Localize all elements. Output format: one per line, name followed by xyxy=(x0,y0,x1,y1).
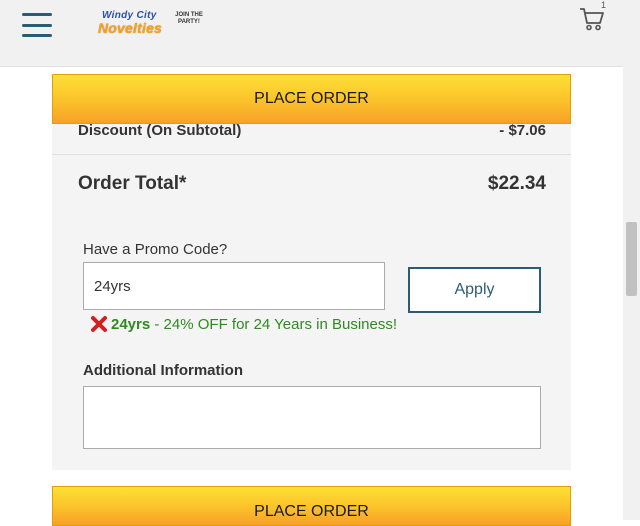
applied-promo-code: 24yrs xyxy=(111,315,151,333)
site-header: Windy City Novelties JOIN THE PARTY! 1 xyxy=(0,0,640,67)
promo-code-label: Have a Promo Code? xyxy=(83,241,228,258)
place-order-button-bottom[interactable]: PLACE ORDER xyxy=(52,486,571,526)
logo-line-2: Novelties xyxy=(98,20,163,36)
order-total-value: $22.34 xyxy=(487,173,546,194)
cart-count-badge: 1 xyxy=(601,0,607,10)
place-order-label: PLACE ORDER xyxy=(254,90,369,107)
discount-label: Discount (On Subtotal) xyxy=(78,122,242,139)
applied-promo-description: - 24% OFF for 24 Years in Business! xyxy=(150,315,398,333)
apply-promo-button[interactable]: Apply xyxy=(408,267,541,313)
site-logo[interactable]: Windy City Novelties JOIN THE PARTY! xyxy=(98,10,208,40)
additional-info-label: Additional Information xyxy=(83,362,243,379)
scrollbar-thumb[interactable] xyxy=(626,222,637,296)
additional-info-textarea[interactable] xyxy=(83,386,541,449)
hamburger-menu-icon[interactable] xyxy=(22,13,52,37)
promo-applied-status: 24yrs - 24% OFF for 24 Years in Business… xyxy=(90,315,397,333)
place-order-button-top[interactable]: PLACE ORDER xyxy=(52,74,571,124)
place-order-label: PLACE ORDER xyxy=(254,503,369,520)
order-total-label: Order Total* xyxy=(78,173,187,194)
remove-promo-icon[interactable] xyxy=(90,315,108,333)
logo-tagline: JOIN THE PARTY! xyxy=(175,12,203,25)
discount-value: - $7.06 xyxy=(499,122,546,139)
summary-divider xyxy=(52,154,571,155)
promo-code-input[interactable] xyxy=(83,262,385,310)
